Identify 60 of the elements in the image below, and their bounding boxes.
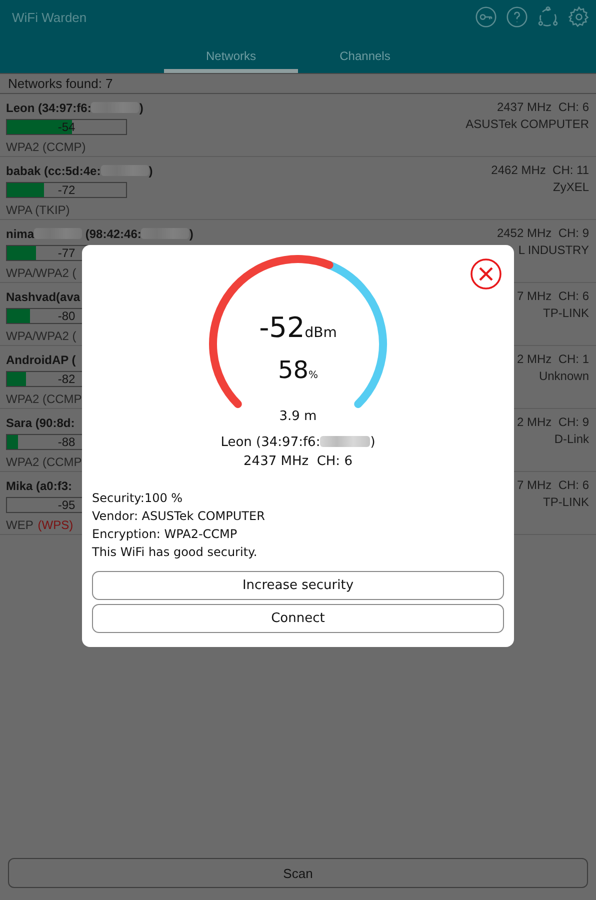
network-name: AndroidAP (	[6, 353, 76, 367]
close-icon[interactable]	[470, 258, 502, 290]
signal-reading: -88	[56, 435, 76, 449]
frequency-channel: 2452 MHz CH: 9	[496, 226, 589, 240]
network-name: )	[148, 164, 153, 178]
signal-reading: -72	[56, 183, 76, 197]
frequency-channel: 2 MHz CH: 9	[516, 415, 589, 429]
frequency-channel: 2462 MHz CH: 11	[491, 163, 589, 177]
vendor-name: L INDUSTRY	[518, 243, 589, 257]
signal-reading: -77	[56, 246, 76, 260]
vendor-name: D-Link	[554, 432, 589, 446]
network-name: Sara (90:8d:	[6, 416, 75, 430]
encryption-label: WPA (TKIP)	[6, 203, 70, 217]
network-name: Leon (34:97:f6:	[220, 435, 320, 450]
distance-value: 3.9 m	[279, 409, 317, 424]
vendor-name: ASUSTek COMPUTER	[466, 117, 589, 131]
signal-percent: 58%	[278, 355, 318, 386]
network-name: babak (cc:5d:4e:	[6, 164, 101, 178]
dialog-button[interactable]: Increase security	[92, 571, 504, 600]
vendor-name: TP-LINK	[542, 306, 589, 320]
encryption-label: WPA/WPA2 (	[6, 266, 76, 280]
key-icon[interactable]	[475, 6, 497, 28]
signal-reading: -82	[56, 372, 76, 386]
detail-line: Security:100 %	[92, 490, 184, 507]
network-name: Nashvad(ava	[6, 290, 80, 304]
wps-warning: (WPS)	[38, 518, 74, 532]
app-title: WiFi Warden	[12, 10, 87, 24]
vendor-name: Unknown	[538, 369, 589, 383]
detail-line: This WiFi has good security.	[92, 544, 258, 561]
frequency-channel: 2437 MHz CH: 6	[244, 454, 352, 469]
nodes-cycle-icon[interactable]	[537, 6, 559, 28]
dialog-button[interactable]: Connect	[92, 604, 504, 633]
frequency-channel: 2437 MHz CH: 6	[496, 100, 589, 114]
detail-line: Encryption: WPA2-CCMP	[92, 526, 238, 543]
encryption-label: WPA2 (CCMP)	[6, 140, 86, 154]
network-name: )	[139, 101, 144, 115]
frequency-channel: 7 MHz CH: 6	[516, 289, 589, 303]
network-name: )	[370, 435, 376, 450]
network-row[interactable]: babak (cc:5d:4e: ) -72 WPA (TKIP) 2462 MHz CH: 11 ZyXEL	[0, 157, 596, 220]
frequency-channel: 2 MHz CH: 1	[516, 352, 589, 366]
network-name: )	[189, 227, 194, 241]
vendor-name: ZyXEL	[552, 180, 589, 194]
network-name: Leon (34:97:f6:	[6, 101, 92, 115]
network-name: Mika (a0:f3:	[6, 479, 72, 493]
encryption-label: WEP	[6, 518, 34, 532]
network-name: nima	[6, 227, 34, 241]
detail-line: Vendor: ASUSTek COMPUTER	[92, 508, 266, 525]
help-icon[interactable]	[506, 6, 528, 28]
encryption-label: WPA/WPA2 (	[6, 329, 76, 343]
settings-icon[interactable]	[568, 6, 590, 28]
networks-count: Networks found: 7	[0, 73, 596, 94]
scan-button[interactable]: Scan	[8, 858, 588, 888]
redaction-mark	[320, 436, 370, 447]
network-name: (98:42:46:	[84, 227, 142, 241]
frequency-channel: 7 MHz CH: 6	[516, 478, 589, 492]
vendor-name: TP-LINK	[542, 495, 589, 509]
encryption-label: WPA2 (CCMP	[6, 392, 82, 406]
signal-reading: -80	[56, 309, 76, 323]
encryption-label: WPA2 (CCMP	[6, 455, 82, 469]
rssi-value: -52 dBm	[259, 311, 337, 345]
